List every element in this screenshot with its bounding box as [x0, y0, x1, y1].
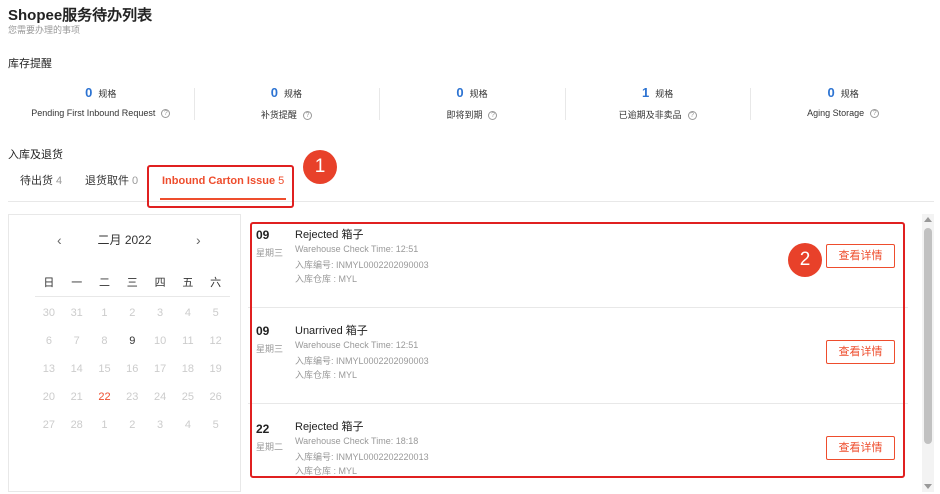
- calendar-day[interactable]: 27: [35, 411, 63, 439]
- weekday-label: 六: [210, 277, 222, 289]
- calendar-day[interactable]: 30: [35, 299, 63, 327]
- calendar-day[interactable]: 4: [174, 299, 202, 327]
- tab-label: 退货取件: [85, 175, 129, 187]
- help-icon[interactable]: ?: [488, 111, 498, 120]
- stat-unit: 规格: [469, 89, 488, 99]
- calendar-day[interactable]: 16: [118, 355, 146, 383]
- calendar-day[interactable]: 12: [202, 327, 230, 355]
- stat-unit: 规格: [840, 89, 859, 99]
- calendar-day[interactable]: 31: [63, 299, 91, 327]
- calendar-day-today[interactable]: 22: [91, 383, 119, 411]
- help-icon[interactable]: ?: [870, 109, 880, 118]
- calendar-day[interactable]: 26: [202, 383, 230, 411]
- calendar-day[interactable]: 8: [91, 327, 119, 355]
- stat-count: 1: [641, 85, 650, 100]
- calendar-day-has-event[interactable]: 9: [118, 327, 146, 355]
- page-title: Shopee服务待办列表: [8, 7, 153, 24]
- highlight-box-tab: [147, 165, 294, 208]
- calendar-week: 27 28 1 2 3 4 5: [35, 411, 230, 439]
- calendar-day[interactable]: 21: [63, 383, 91, 411]
- calendar-day[interactable]: 2: [118, 299, 146, 327]
- calendar-day[interactable]: 3: [146, 299, 174, 327]
- inventory-heading: 库存提醒: [8, 58, 52, 70]
- stat-count: 0: [85, 85, 93, 100]
- calendar-month: 二月 2022: [97, 233, 152, 247]
- chevron-right-icon[interactable]: ›: [196, 231, 201, 249]
- calendar-day[interactable]: 11: [174, 327, 202, 355]
- stat-count: 0: [827, 85, 835, 100]
- weekday-label: 日: [43, 277, 55, 289]
- stat-label: 即将到期: [446, 110, 483, 120]
- inventory-stats: 0 规格 Pending First Inbound Request? 0 规格 补…: [8, 84, 936, 126]
- inbound-heading: 入库及退货: [8, 149, 63, 161]
- calendar-grid: 日 一 二 三 四 五 六 30 31 1 2 3 4 5 6 7 8 9 10…: [35, 269, 230, 439]
- page-subtitle: 您需要办理的事项: [8, 25, 81, 35]
- tab-pending-shipment[interactable]: 待出货 4: [20, 166, 62, 202]
- calendar-day[interactable]: 1: [91, 299, 119, 327]
- calendar-week: 13 14 15 16 17 18 19: [35, 355, 230, 383]
- help-icon[interactable]: ?: [687, 111, 697, 120]
- weekday-label: 一: [71, 277, 83, 289]
- calendar-day[interactable]: 19: [202, 355, 230, 383]
- calendar-day[interactable]: 14: [63, 355, 91, 383]
- stat-label: Aging Storage: [807, 108, 865, 118]
- calendar-day[interactable]: 20: [35, 383, 63, 411]
- stat-pending-first-inbound[interactable]: 0 规格 Pending First Inbound Request?: [8, 84, 194, 126]
- calendar-day[interactable]: 1: [91, 411, 119, 439]
- scrollbar-thumb[interactable]: [924, 228, 932, 444]
- stat-expired-non-sale[interactable]: 1 规格 已逾期及非卖品?: [564, 84, 751, 126]
- stat-unit: 规格: [98, 89, 117, 99]
- calendar-day[interactable]: 4: [174, 411, 202, 439]
- stat-label: Pending First Inbound Request: [31, 108, 156, 118]
- stat-count: 0: [270, 85, 278, 100]
- help-icon[interactable]: ?: [161, 109, 171, 118]
- calendar-day[interactable]: 3: [146, 411, 174, 439]
- calendar-day[interactable]: 28: [63, 411, 91, 439]
- calendar-day[interactable]: 17: [146, 355, 174, 383]
- calendar-day[interactable]: 5: [202, 411, 230, 439]
- help-icon[interactable]: ?: [302, 111, 312, 120]
- stat-aging-storage[interactable]: 0 规格 Aging Storage?: [750, 84, 936, 126]
- tab-count: 4: [56, 175, 63, 187]
- weekday-label: 三: [126, 277, 138, 289]
- calendar-day[interactable]: 6: [35, 327, 63, 355]
- calendar-week: 6 7 8 9 10 11 12: [35, 327, 230, 355]
- calendar-day[interactable]: 24: [146, 383, 174, 411]
- calendar-week: 30 31 1 2 3 4 5: [35, 299, 230, 327]
- chevron-left-icon[interactable]: ‹: [57, 231, 62, 249]
- calendar-day[interactable]: 7: [63, 327, 91, 355]
- calendar-day[interactable]: 2: [118, 411, 146, 439]
- calendar: 二月 2022 ‹ › 日 一 二 三 四 五 六 30 31 1 2 3 4 …: [8, 214, 241, 492]
- stat-expiring-soon[interactable]: 0 规格 即将到期?: [379, 84, 565, 126]
- calendar-weekdays: 日 一 二 三 四 五 六: [35, 269, 230, 297]
- calendar-day[interactable]: 25: [174, 383, 202, 411]
- calendar-day[interactable]: 15: [91, 355, 119, 383]
- tab-count: 0: [132, 175, 139, 187]
- stat-label: 已逾期及非卖品: [618, 110, 682, 120]
- scroll-down-arrow-icon[interactable]: [924, 484, 932, 489]
- tab-return-pickup[interactable]: 退货取件 0: [85, 166, 138, 202]
- step-badge-1: 1: [303, 150, 337, 184]
- stat-count: 0: [456, 85, 464, 100]
- calendar-day[interactable]: 10: [146, 327, 174, 355]
- calendar-day[interactable]: 18: [174, 355, 202, 383]
- step-badge-2: 2: [788, 243, 822, 277]
- scrollbar[interactable]: [922, 214, 934, 492]
- stat-restock-reminder[interactable]: 0 规格 补货提醒?: [193, 84, 380, 126]
- calendar-day[interactable]: 13: [35, 355, 63, 383]
- tab-label: 待出货: [20, 175, 53, 187]
- stat-label: 补货提醒: [260, 110, 297, 120]
- calendar-day[interactable]: 23: [118, 383, 146, 411]
- weekday-label: 四: [154, 277, 166, 289]
- calendar-week: 20 21 22 23 24 25 26: [35, 383, 230, 411]
- scroll-up-arrow-icon[interactable]: [924, 217, 932, 222]
- weekday-label: 五: [182, 277, 194, 289]
- stat-unit: 规格: [655, 89, 674, 99]
- calendar-header: 二月 2022 ‹ ›: [9, 231, 240, 251]
- calendar-day[interactable]: 5: [202, 299, 230, 327]
- stat-unit: 规格: [284, 89, 303, 99]
- weekday-label: 二: [98, 277, 110, 289]
